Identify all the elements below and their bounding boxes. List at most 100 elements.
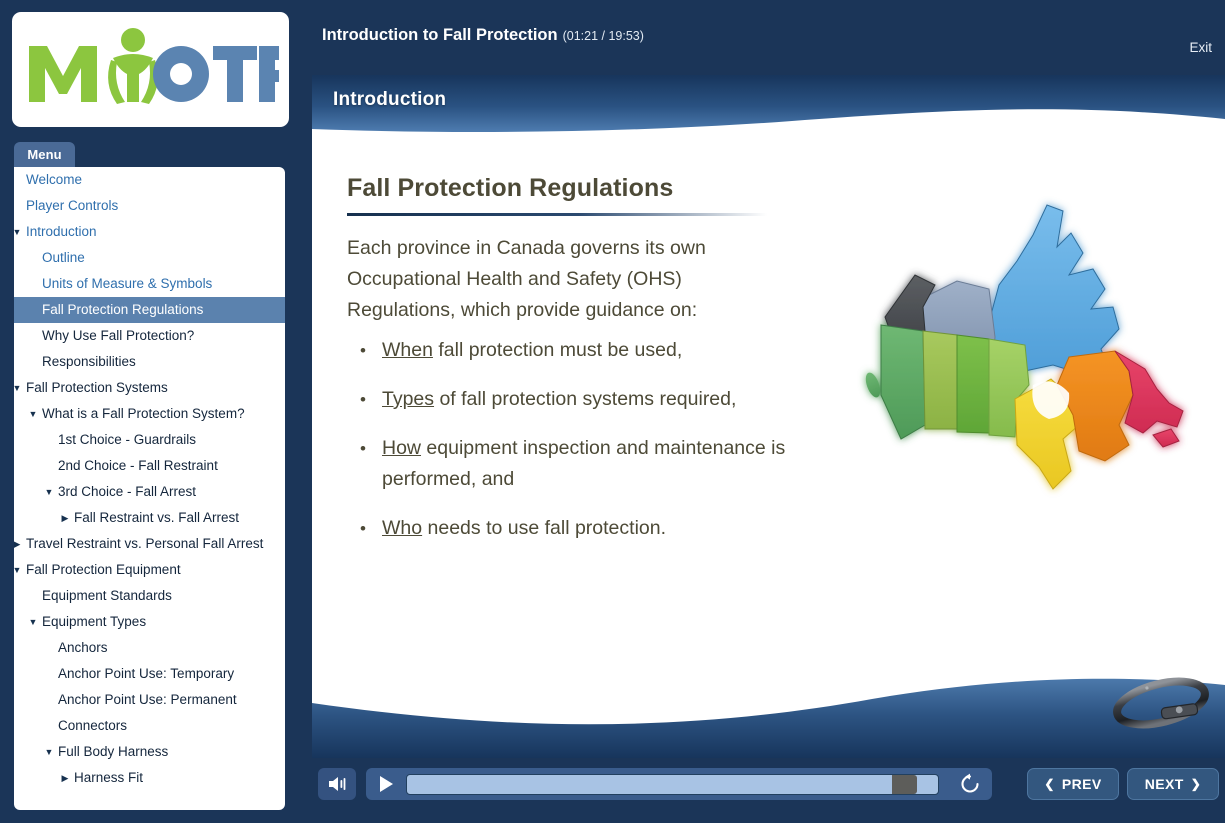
slide-content: Fall Protection Regulations Each provinc… — [312, 139, 1225, 669]
menu-item[interactable]: ▼ Introduction — [14, 219, 285, 245]
menu-item-label: Player Controls — [26, 198, 119, 213]
bullet-keyword: Types — [382, 388, 435, 410]
prev-button-label: PREV — [1061, 776, 1102, 792]
slide-bullet-list: When fall protection must be used, Types … — [354, 335, 824, 562]
heading-divider — [347, 213, 767, 216]
seek-slider[interactable] — [406, 773, 939, 795]
bullet-item: How equipment inspection and maintenance… — [354, 433, 824, 495]
menu-panel: Welcome Player Controls ▼ Introduction Outli… — [14, 167, 285, 810]
menu-item[interactable]: ▼ Equipment Types — [14, 609, 285, 635]
exit-button[interactable]: Exit — [1189, 40, 1212, 55]
menu-item-label: Equipment Types — [42, 614, 147, 629]
menu-item-label: Equipment Standards — [42, 588, 172, 603]
menu-item[interactable]: Player Controls — [14, 193, 285, 219]
canada-map-image — [865, 204, 1184, 490]
menu-item-label: Harness Fit — [74, 770, 144, 785]
menu-item-label: 3rd Choice - Fall Arrest — [58, 484, 197, 499]
bullet-keyword: When — [382, 339, 433, 361]
bullet-text: equipment inspection and maintenance is … — [382, 437, 786, 490]
chevron-down-icon[interactable]: ▼ — [14, 378, 24, 398]
chevron-down-icon[interactable]: ▼ — [14, 222, 24, 242]
menu-item[interactable]: Responsibilities — [14, 349, 285, 375]
volume-button[interactable] — [318, 768, 356, 800]
menu-item-label: Why Use Fall Protection? — [42, 328, 195, 343]
logo — [12, 12, 289, 127]
chevron-down-icon[interactable]: ▼ — [14, 560, 24, 580]
menu-item-label: Fall Restraint vs. Fall Arrest — [74, 510, 240, 525]
menu-item[interactable]: Connectors — [14, 713, 285, 739]
menu-item[interactable]: Equipment Standards — [14, 583, 285, 609]
seek-handle[interactable] — [891, 774, 917, 794]
menu-item-label: Units of Measure & Symbols — [42, 276, 213, 291]
menu-list[interactable]: Welcome Player Controls ▼ Introduction Outli… — [14, 167, 285, 810]
menu-item[interactable]: Units of Measure & Symbols — [14, 271, 285, 297]
menu-item[interactable]: Welcome — [14, 167, 285, 193]
menu-item[interactable]: ▼ 3rd Choice - Fall Arrest — [14, 479, 285, 505]
bullet-keyword: Who — [382, 517, 423, 539]
menu-item[interactable]: ▼ Full Body Harness — [14, 739, 285, 765]
chevron-down-icon[interactable]: ▼ — [42, 482, 56, 502]
menu-item-label: Anchor Point Use: Temporary — [58, 666, 235, 681]
myotf-logo-icon — [28, 27, 279, 104]
menu-item[interactable]: Why Use Fall Protection? — [14, 323, 285, 349]
play-icon — [380, 776, 393, 792]
menu-item[interactable]: ▼ What is a Fall Protection System? — [14, 401, 285, 427]
menu-item-label: Responsibilities — [42, 354, 136, 369]
menu-item[interactable]: ▶ Travel Restraint vs. Personal Fall Arre… — [14, 531, 285, 557]
menu-item-label: Connectors — [58, 718, 128, 733]
course-player: Menu Welcome Player Controls ▼ Introduction… — [0, 0, 1225, 823]
playback-group — [366, 768, 992, 800]
bullet-item: Types of fall protection systems require… — [354, 384, 824, 415]
player-control-bar: ❮ PREV NEXT ❯ — [312, 758, 1225, 823]
menu-item-label: What is a Fall Protection System? — [42, 406, 245, 421]
chevron-down-icon[interactable]: ▼ — [26, 404, 40, 424]
menu-item[interactable]: Fall Protection Regulations — [14, 297, 285, 323]
chevron-right-icon[interactable]: ▶ — [58, 508, 72, 528]
menu-item-label: Travel Restraint vs. Personal Fall Arres… — [26, 536, 264, 551]
prev-button[interactable]: ❮ PREV — [1027, 768, 1119, 800]
chevron-down-icon[interactable]: ▼ — [26, 612, 40, 632]
menu-item[interactable]: ▶ Harness Fit — [14, 765, 285, 791]
menu-item[interactable]: Outline — [14, 245, 285, 271]
chevron-down-icon[interactable]: ▼ — [42, 742, 56, 762]
section-label: Introduction — [333, 89, 447, 110]
menu-tab-label: Menu — [27, 147, 62, 162]
slide-heading: Fall Protection Regulations — [347, 174, 674, 202]
menu-item[interactable]: ▼ Fall Protection Systems — [14, 375, 285, 401]
chevron-right-icon[interactable]: ▶ — [14, 534, 24, 554]
menu-item-label: Fall Protection Regulations — [42, 302, 204, 317]
menu-item[interactable]: Anchor Point Use: Temporary — [14, 661, 285, 687]
menu-item[interactable]: Anchors — [14, 635, 285, 661]
top-bar: Introduction to Fall Protection (01:21 / … — [312, 0, 1225, 75]
menu-item-label: Fall Protection Equipment — [26, 562, 181, 577]
header-wave-decoration — [312, 75, 1225, 133]
next-button[interactable]: NEXT ❯ — [1127, 768, 1219, 800]
menu-item[interactable]: 1st Choice - Guardrails — [14, 427, 285, 453]
bullet-keyword: How — [382, 437, 422, 459]
bullet-item: When fall protection must be used, — [354, 335, 824, 366]
menu-item-label: Anchors — [58, 640, 108, 655]
chevron-right-icon: ❯ — [1190, 777, 1202, 791]
course-title-text: Introduction to Fall Protection — [322, 26, 558, 44]
bullet-item: Who needs to use fall protection. — [354, 513, 824, 544]
menu-item-label: 1st Choice - Guardrails — [58, 432, 197, 447]
menu-item[interactable]: Anchor Point Use: Permanent — [14, 687, 285, 713]
replay-button[interactable] — [948, 768, 992, 800]
menu-item-label: Outline — [42, 250, 85, 265]
menu-item[interactable]: ▶ Fall Restraint vs. Fall Arrest — [14, 505, 285, 531]
bullet-text: needs to use fall protection. — [422, 517, 667, 539]
sidebar: Menu Welcome Player Controls ▼ Introduction… — [0, 0, 312, 823]
carabiner-decoration-icon — [1113, 677, 1209, 729]
menu-item-label: Full Body Harness — [58, 744, 169, 759]
chevron-right-icon[interactable]: ▶ — [58, 768, 72, 788]
menu-item[interactable]: ▼ Fall Protection Equipment — [14, 557, 285, 583]
menu-item-label: Fall Protection Systems — [26, 380, 168, 395]
menu-item-label: Anchor Point Use: Permanent — [58, 692, 237, 707]
next-button-label: NEXT — [1144, 776, 1184, 792]
slide-canvas: Introduction Fall Protection Regulations… — [312, 75, 1225, 758]
menu-item-label: Welcome — [26, 172, 83, 187]
play-button[interactable] — [366, 768, 406, 800]
menu-item[interactable]: 2nd Choice - Fall Restraint — [14, 453, 285, 479]
menu-tab[interactable]: Menu — [14, 142, 75, 167]
replay-icon — [961, 773, 979, 793]
